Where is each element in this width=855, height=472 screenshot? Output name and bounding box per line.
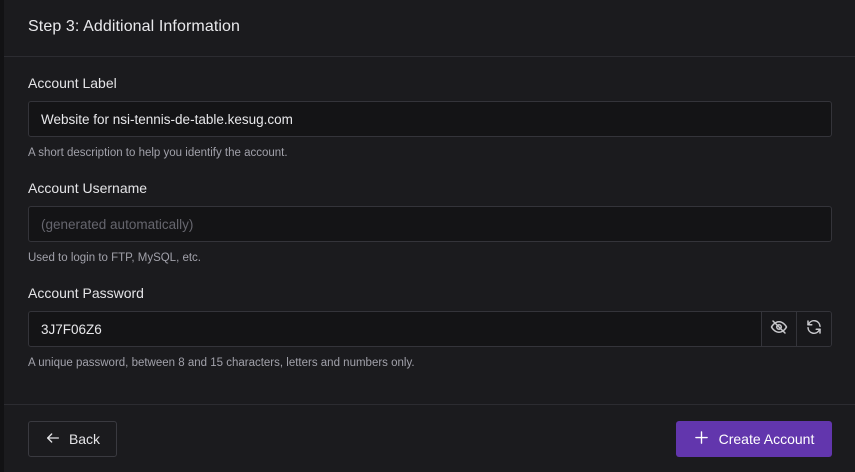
refresh-icon (805, 318, 823, 341)
regenerate-password-button[interactable] (796, 312, 831, 346)
account-username-label: Account Username (28, 180, 148, 196)
toggle-password-visibility-button[interactable] (761, 312, 796, 346)
back-button-label: Back (68, 431, 101, 447)
account-label-input[interactable] (28, 101, 832, 137)
account-username-help: Used to login to FTP, MySQL, etc. (28, 252, 201, 264)
eye-off-icon (770, 318, 788, 341)
account-password-input[interactable] (29, 312, 761, 346)
back-button[interactable]: Back (28, 421, 117, 457)
password-input-group (28, 311, 832, 347)
account-form-card: Step 3: Additional Information Account L… (4, 0, 855, 472)
create-account-button-label: Create Account (718, 431, 815, 447)
plus-icon (694, 430, 709, 448)
step-title: Step 3: Additional Information (28, 18, 241, 35)
account-username-input[interactable] (28, 206, 832, 242)
account-password-label: Account Password (28, 285, 144, 301)
account-label-label: Account Label (28, 75, 117, 91)
card-footer: Back Create Account (4, 404, 855, 472)
card-header: Step 3: Additional Information (4, 0, 855, 57)
create-account-button[interactable]: Create Account (676, 421, 832, 457)
account-password-help: A unique password, between 8 and 15 char… (28, 357, 415, 369)
arrow-left-icon (45, 430, 61, 449)
account-label-help: A short description to help you identify… (28, 147, 288, 159)
